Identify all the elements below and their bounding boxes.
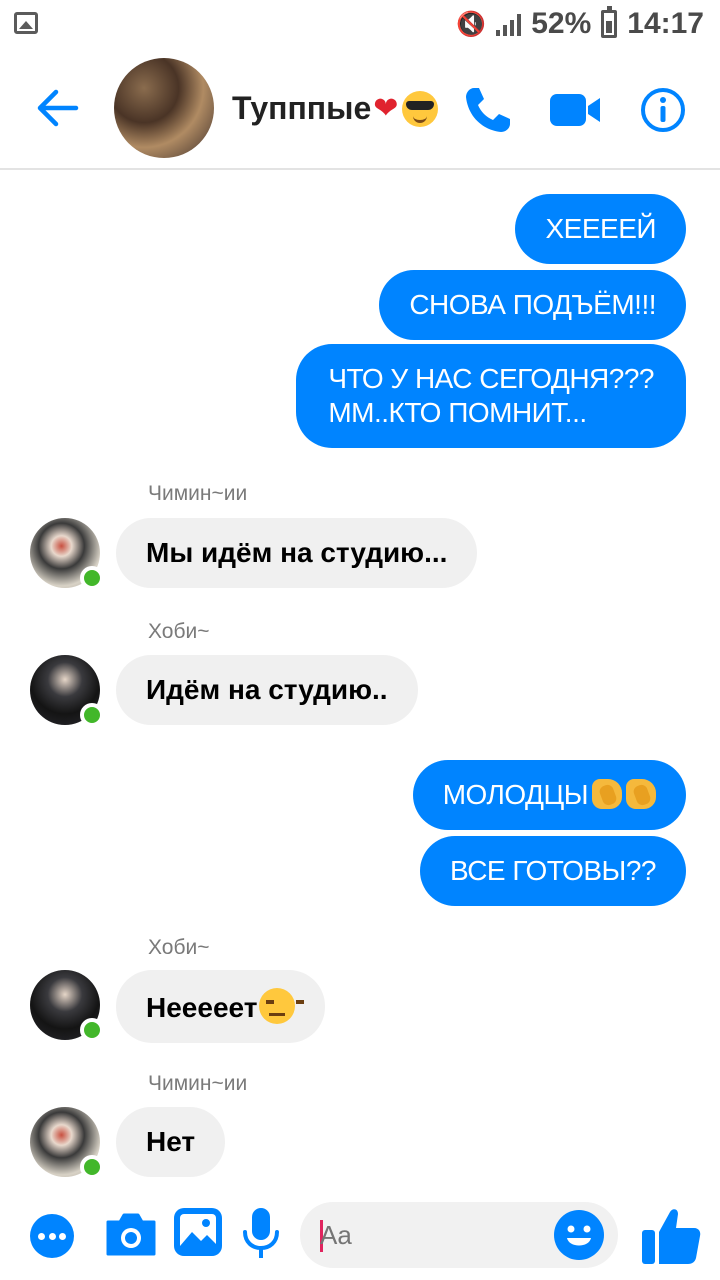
message-text-line: ММ..КТО ПОМНИТ... — [328, 397, 587, 428]
incoming-message[interactable]: Мы идём на студию... — [116, 518, 478, 588]
sunglasses-emoji-icon — [402, 90, 439, 127]
microphone-icon[interactable] — [240, 1206, 282, 1262]
outgoing-message[interactable]: МОЛОДЦЫ — [412, 760, 686, 830]
emoji-icon[interactable] — [554, 1210, 604, 1260]
sender-name: Хоби~ — [148, 620, 210, 643]
online-status-dot — [80, 703, 104, 727]
back-arrow-icon[interactable] — [34, 88, 80, 128]
gallery-icon[interactable] — [172, 1206, 224, 1258]
status-bar: 🔇 52% 14:17 — [0, 0, 720, 50]
battery-icon — [601, 6, 618, 38]
image-notification-icon — [14, 12, 38, 34]
online-status-dot — [80, 1155, 104, 1179]
sender-name: Чимин~ии — [148, 482, 248, 505]
chat-header: Тупппые ❤ — [0, 50, 720, 170]
group-avatar[interactable] — [114, 58, 214, 158]
status-bar-right: 🔇 52% 14:17 — [456, 6, 704, 42]
more-options-icon[interactable] — [30, 1214, 74, 1258]
sender-avatar[interactable] — [30, 970, 104, 1042]
battery-percent: 52% — [531, 7, 592, 40]
sender-name: Хоби~ — [148, 936, 210, 959]
sender-avatar[interactable] — [30, 518, 104, 590]
message-text: Мы идём на студию... — [146, 537, 448, 568]
outgoing-message[interactable]: ХЕЕЕЕЙ — [515, 194, 686, 264]
message-text: СНОВА ПОДЪЁМ!!! — [409, 289, 656, 320]
message-text: Нет — [146, 1126, 196, 1157]
thumbs-up-icon[interactable] — [640, 1204, 702, 1266]
sender-name: Чимин~ии — [148, 1072, 248, 1095]
message-text: ВСЕ ГОТОВЫ?? — [449, 855, 657, 886]
expressionless-face-emoji-icon — [259, 988, 305, 1024]
outgoing-message[interactable]: ВСЕ ГОТОВЫ?? — [419, 836, 686, 906]
signal-icon — [496, 12, 522, 36]
incoming-message[interactable]: Неееeет — [116, 970, 326, 1043]
message-composer — [0, 1196, 720, 1280]
video-call-icon[interactable] — [548, 84, 602, 136]
clapping-hands-emoji-icon — [626, 779, 656, 809]
sender-avatar[interactable] — [30, 1107, 104, 1179]
online-status-dot — [80, 1018, 104, 1042]
message-text: Идём на студию.. — [146, 674, 388, 705]
chat-title-text: Тупппые — [232, 90, 372, 126]
message-text-line: ЧТО У НАС СЕГОДНЯ??? — [328, 363, 654, 394]
incoming-message[interactable]: Нет — [116, 1107, 226, 1177]
incoming-message[interactable]: Идём на студию.. — [116, 655, 418, 725]
heart-emoji-icon: ❤ — [373, 92, 399, 125]
clapping-hands-emoji-icon — [592, 779, 622, 809]
online-status-dot — [80, 566, 104, 590]
sender-avatar[interactable] — [30, 655, 104, 727]
mute-icon: 🔇 — [456, 10, 487, 38]
chat-title[interactable]: Тупппые ❤ — [232, 90, 439, 127]
message-text: МОЛОДЦЫ — [442, 779, 589, 810]
phone-call-icon[interactable] — [462, 84, 514, 136]
camera-icon[interactable] — [104, 1210, 158, 1258]
message-input-container[interactable] — [300, 1202, 618, 1268]
outgoing-message[interactable]: СНОВА ПОДЪЁМ!!! — [379, 270, 686, 340]
clock: 14:17 — [627, 7, 704, 40]
message-text: ХЕЕЕЕЙ — [545, 213, 656, 244]
outgoing-message[interactable]: ЧТО У НАС СЕГОДНЯ??? ММ..КТО ПОМНИТ... — [296, 344, 686, 448]
message-text: Неееeет — [146, 992, 258, 1023]
info-icon[interactable] — [640, 87, 686, 133]
message-input[interactable] — [320, 1216, 550, 1254]
